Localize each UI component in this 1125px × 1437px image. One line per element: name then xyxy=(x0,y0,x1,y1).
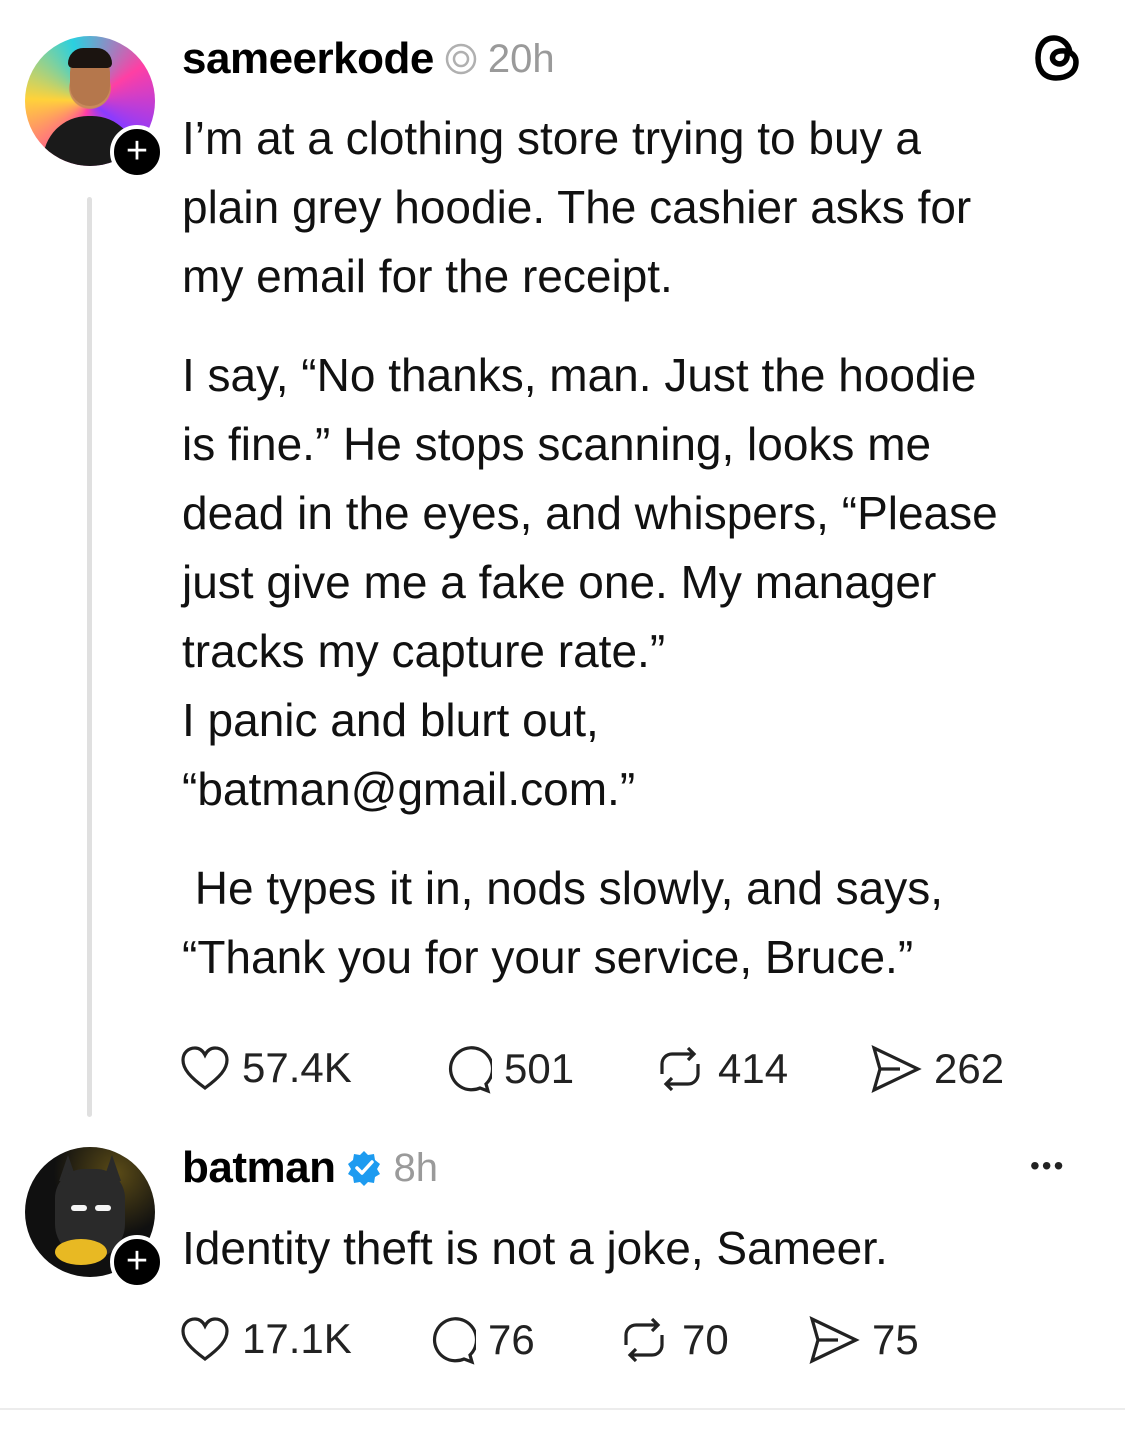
thread-line xyxy=(87,197,92,1117)
heart-icon xyxy=(181,1317,229,1361)
comment-button[interactable]: 501 xyxy=(442,1044,574,1094)
mention-icon xyxy=(444,42,478,76)
divider xyxy=(0,1408,1125,1410)
avatar-hair xyxy=(68,48,112,68)
like-button[interactable]: 57.4K xyxy=(180,1044,352,1092)
repost-icon xyxy=(624,1317,664,1363)
reply-actions: 17.1K 76 70 75 xyxy=(180,1315,980,1375)
comment-count: 501 xyxy=(504,1045,575,1092)
avatar-eye xyxy=(71,1205,87,1211)
post-timestamp: 20h xyxy=(487,36,555,81)
repost-button[interactable]: 70 xyxy=(618,1315,729,1365)
comment-button[interactable]: 76 xyxy=(426,1315,535,1365)
threads-logo-icon[interactable] xyxy=(1030,30,1086,86)
share-count: 262 xyxy=(934,1045,1005,1092)
bat-logo xyxy=(55,1239,107,1265)
like-count: 57.4K xyxy=(242,1044,352,1091)
follow-button[interactable]: + xyxy=(110,125,164,179)
verified-badge-icon xyxy=(345,1149,383,1187)
share-icon xyxy=(809,1316,860,1364)
comment-icon xyxy=(432,1317,476,1365)
comment-icon xyxy=(448,1046,492,1094)
post-paragraph: I say, “No thanks, man. Just the hoodie … xyxy=(182,349,998,815)
comment-count: 76 xyxy=(488,1316,535,1363)
reply-text: Identity theft is not a joke, Sameer. xyxy=(182,1222,888,1274)
share-count: 75 xyxy=(872,1316,919,1363)
follow-button[interactable]: + xyxy=(110,1235,164,1289)
post-header: sameerkode 20h xyxy=(182,34,555,84)
reply-header: batman 8h xyxy=(182,1143,438,1193)
post-username[interactable]: sameerkode xyxy=(182,34,434,84)
more-icon: ••• xyxy=(1030,1150,1066,1181)
repost-count: 70 xyxy=(682,1316,729,1363)
repost-count: 414 xyxy=(718,1045,789,1092)
share-button[interactable]: 262 xyxy=(870,1044,1004,1094)
post-paragraph: He types it in, nods slowly, and says, “… xyxy=(182,862,944,983)
heart-icon xyxy=(181,1046,229,1090)
reply-username[interactable]: batman xyxy=(182,1143,336,1193)
repost-icon xyxy=(660,1046,700,1092)
like-button[interactable]: 17.1K xyxy=(180,1315,352,1363)
post-body: I’m at a clothing store trying to buy a … xyxy=(182,104,1112,992)
post-actions: 57.4K 501 414 262 xyxy=(180,1044,1060,1104)
like-count: 17.1K xyxy=(242,1315,352,1362)
post-paragraph: I’m at a clothing store trying to buy a … xyxy=(182,112,972,302)
share-button[interactable]: 75 xyxy=(808,1315,919,1365)
reply-body: Identity theft is not a joke, Sameer. xyxy=(182,1214,1082,1283)
share-icon xyxy=(871,1045,922,1093)
reply-timestamp: 8h xyxy=(393,1145,438,1190)
more-options-button[interactable]: ••• xyxy=(1030,1150,1065,1182)
repost-button[interactable]: 414 xyxy=(654,1044,788,1094)
avatar-eye xyxy=(95,1205,111,1211)
